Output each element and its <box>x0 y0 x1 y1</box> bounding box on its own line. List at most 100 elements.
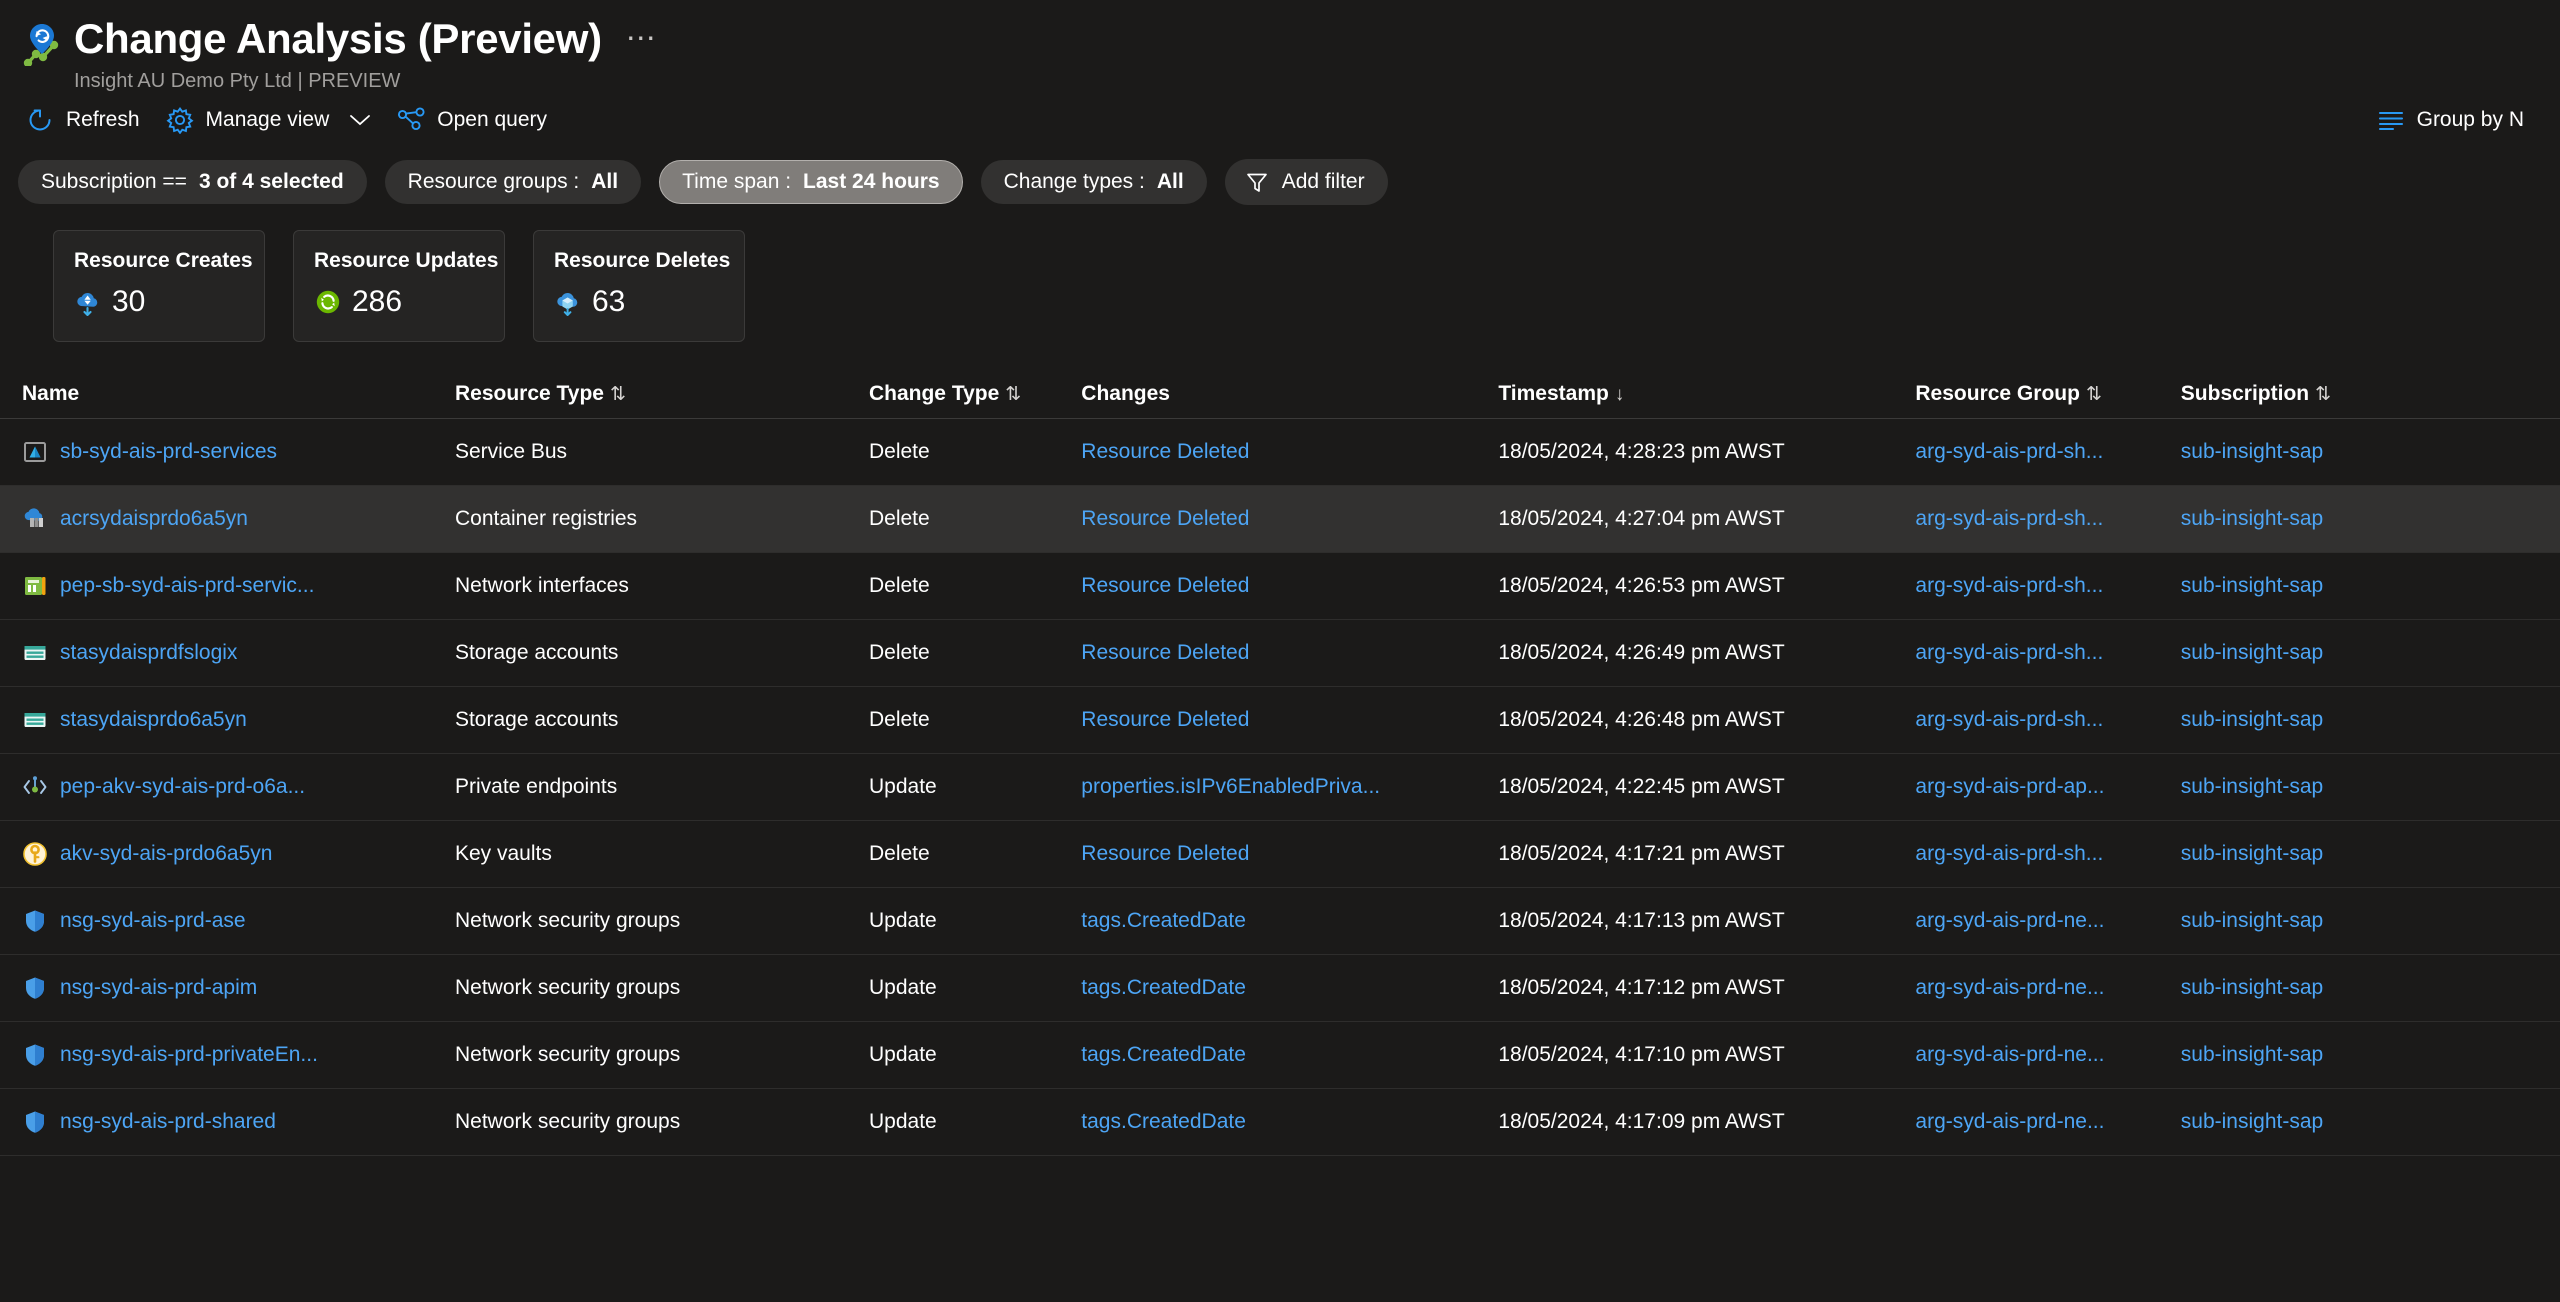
sort-arrows-icon: ⇅ <box>609 384 626 405</box>
cell-resource-group-link[interactable]: arg-syd-ais-prd-sh... <box>1915 440 2103 463</box>
cell-changes-link[interactable]: Resource Deleted <box>1081 842 1249 865</box>
open-query-button[interactable]: Open query <box>389 99 565 141</box>
cell-subscription-link[interactable]: sub-insight-sap <box>2181 976 2323 999</box>
cell-subscription: sub-insight-sap <box>2180 1088 2560 1156</box>
cell-timestamp: 18/05/2024, 4:27:04 pm AWST <box>1498 485 1916 553</box>
table-row[interactable]: akv-syd-ais-prdo6a5yn Key vaults Delete Res… <box>0 820 2560 888</box>
resource-name-link[interactable]: nsg-syd-ais-prd-ase <box>60 909 246 933</box>
table-row[interactable]: pep-sb-syd-ais-prd-servic... Network inte… <box>0 552 2560 620</box>
card-resource-updates[interactable]: Resource Updates 286 <box>293 230 505 342</box>
resource-name-link[interactable]: pep-sb-syd-ais-prd-servic... <box>60 574 314 598</box>
table-row[interactable]: pep-akv-syd-ais-prd-o6a... Private endpoi… <box>0 753 2560 821</box>
column-header-resource-group[interactable]: Resource Group ⇅ <box>1915 370 2181 419</box>
manage-view-button[interactable]: Manage view <box>158 99 390 141</box>
cell-subscription-link[interactable]: sub-insight-sap <box>2181 842 2323 865</box>
cell-resource-group-link[interactable]: arg-syd-ais-prd-ne... <box>1915 1043 2104 1066</box>
resource-name-link[interactable]: pep-akv-syd-ais-prd-o6a... <box>60 775 305 799</box>
cell-resource-type: Container registries <box>454 485 869 553</box>
cell-subscription-link[interactable]: sub-insight-sap <box>2181 708 2323 731</box>
cell-resource-group-link[interactable]: arg-syd-ais-prd-ap... <box>1915 775 2104 798</box>
refresh-button[interactable]: Refresh <box>18 99 158 141</box>
cell-name: acrsydaisprdo6a5yn <box>0 485 455 553</box>
more-options-button[interactable]: ⋯ <box>620 24 664 54</box>
container-registry-icon <box>22 506 48 532</box>
cell-subscription-link[interactable]: sub-insight-sap <box>2181 641 2323 664</box>
resource-name-link[interactable]: nsg-syd-ais-prd-apim <box>60 976 257 1000</box>
filter-pill-subscription[interactable]: Subscription == 3 of 4 selected <box>18 160 367 204</box>
cell-subscription-link[interactable]: sub-insight-sap <box>2181 909 2323 932</box>
cell-subscription-link[interactable]: sub-insight-sap <box>2181 440 2323 463</box>
cell-changes-link[interactable]: Resource Deleted <box>1081 440 1249 463</box>
cell-subscription-link[interactable]: sub-insight-sap <box>2181 775 2323 798</box>
resource-name-link[interactable]: stasydaisprdo6a5yn <box>60 708 247 732</box>
cell-resource-group-link[interactable]: arg-syd-ais-prd-sh... <box>1915 574 2103 597</box>
cell-resource-type: Network security groups <box>454 887 869 955</box>
cell-resource-group-link[interactable]: arg-syd-ais-prd-sh... <box>1915 641 2103 664</box>
card-resource-deletes[interactable]: Resource Deletes 63 <box>533 230 745 342</box>
column-header-change-type[interactable]: Change Type ⇅ <box>868 370 1082 419</box>
add-filter-button[interactable]: Add filter <box>1224 159 1388 205</box>
cell-subscription-link[interactable]: sub-insight-sap <box>2181 1043 2323 1066</box>
cell-subscription: sub-insight-sap <box>2180 954 2560 1022</box>
resource-name-link[interactable]: akv-syd-ais-prdo6a5yn <box>60 842 272 866</box>
cell-resource-group: arg-syd-ais-prd-sh... <box>1915 552 2181 620</box>
table-row[interactable]: sb-syd-ais-prd-services Service Bus Delete… <box>0 418 2560 486</box>
card-resource-creates[interactable]: Resource Creates 30 <box>53 230 265 342</box>
filter-subscription-value: 3 of 4 selected <box>198 170 344 193</box>
column-header-subscription[interactable]: Subscription ⇅ <box>2180 370 2560 419</box>
column-header-timestamp[interactable]: Timestamp ↓ <box>1498 370 1916 419</box>
cell-changes-link[interactable]: tags.CreatedDate <box>1081 976 1246 999</box>
column-header-changes[interactable]: Changes <box>1081 370 1499 419</box>
cell-subscription-link[interactable]: sub-insight-sap <box>2181 507 2323 530</box>
cell-resource-type: Network security groups <box>454 1021 869 1089</box>
cell-subscription-link[interactable]: sub-insight-sap <box>2181 574 2323 597</box>
table-row[interactable]: stasydaisprdfslogix Storage accounts Delet… <box>0 619 2560 687</box>
resource-name-link[interactable]: stasydaisprdfslogix <box>60 641 237 665</box>
cell-resource-group-link[interactable]: arg-syd-ais-prd-sh... <box>1915 708 2103 731</box>
cell-changes-link[interactable]: tags.CreatedDate <box>1081 1043 1246 1066</box>
resource-name-link[interactable]: nsg-syd-ais-prd-shared <box>60 1110 276 1134</box>
filter-subscription-prefix: Subscription == <box>41 170 187 193</box>
change-analysis-page: Change Analysis (Preview) ⋯ Insight AU D… <box>0 0 2560 1302</box>
table-row[interactable]: acrsydaisprdo6a5yn Container registries De… <box>0 485 2560 553</box>
table-row[interactable]: nsg-syd-ais-prd-ase Network security grou… <box>0 887 2560 955</box>
cell-changes-link[interactable]: Resource Deleted <box>1081 507 1249 530</box>
cell-changes-link[interactable]: properties.isIPv6EnabledPriva... <box>1081 775 1380 798</box>
cell-change-type: Delete <box>868 820 1082 888</box>
network-security-group-icon <box>22 908 48 934</box>
cell-resource-group: arg-syd-ais-prd-ap... <box>1915 753 2181 821</box>
cell-changes-link[interactable]: tags.CreatedDate <box>1081 909 1246 932</box>
cell-changes: Resource Deleted <box>1081 820 1499 888</box>
cell-change-type: Update <box>868 954 1082 1022</box>
resource-name-link[interactable]: nsg-syd-ais-prd-privateEn... <box>60 1043 318 1067</box>
column-header-name[interactable]: Name <box>0 370 455 419</box>
cell-changes-link[interactable]: tags.CreatedDate <box>1081 1110 1246 1133</box>
table-row[interactable]: nsg-syd-ais-prd-privateEn... Network secu… <box>0 1021 2560 1089</box>
cell-resource-group-link[interactable]: arg-syd-ais-prd-sh... <box>1915 842 2103 865</box>
cell-resource-group-link[interactable]: arg-syd-ais-prd-sh... <box>1915 507 2103 530</box>
cell-resource-group: arg-syd-ais-prd-ne... <box>1915 887 2181 955</box>
cell-resource-type: Network security groups <box>454 1088 869 1156</box>
cell-changes-link[interactable]: Resource Deleted <box>1081 574 1249 597</box>
cell-resource-group-link[interactable]: arg-syd-ais-prd-ne... <box>1915 909 2104 932</box>
cell-resource-group-link[interactable]: arg-syd-ais-prd-ne... <box>1915 976 2104 999</box>
cell-resource-group-link[interactable]: arg-syd-ais-prd-ne... <box>1915 1110 2104 1133</box>
cell-changes-link[interactable]: Resource Deleted <box>1081 708 1249 731</box>
cell-changes-link[interactable]: Resource Deleted <box>1081 641 1249 664</box>
cell-changes: properties.isIPv6EnabledPriva... <box>1081 753 1499 821</box>
filter-pill-time-span[interactable]: Time span : Last 24 hours <box>659 160 963 204</box>
group-by-button[interactable]: Group by N <box>2369 99 2542 141</box>
resource-name-link[interactable]: acrsydaisprdo6a5yn <box>60 507 248 531</box>
cell-timestamp: 18/05/2024, 4:22:45 pm AWST <box>1498 753 1916 821</box>
table-row[interactable]: nsg-syd-ais-prd-shared Network security g… <box>0 1088 2560 1156</box>
cell-subscription-link[interactable]: sub-insight-sap <box>2181 1110 2323 1133</box>
cell-subscription: sub-insight-sap <box>2180 619 2560 687</box>
resource-name-link[interactable]: sb-syd-ais-prd-services <box>60 440 277 464</box>
filter-bar: Subscription == 3 of 4 selected Resource… <box>0 148 2560 210</box>
filter-pill-resource-groups[interactable]: Resource groups : All <box>384 160 642 204</box>
column-header-resource-type[interactable]: Resource Type ⇅ <box>454 370 869 419</box>
table-row[interactable]: stasydaisprdo6a5yn Storage accounts Delete… <box>0 686 2560 754</box>
cell-changes: Resource Deleted <box>1081 686 1499 754</box>
table-row[interactable]: nsg-syd-ais-prd-apim Network security gro… <box>0 954 2560 1022</box>
filter-pill-change-types[interactable]: Change types : All <box>980 160 1207 204</box>
